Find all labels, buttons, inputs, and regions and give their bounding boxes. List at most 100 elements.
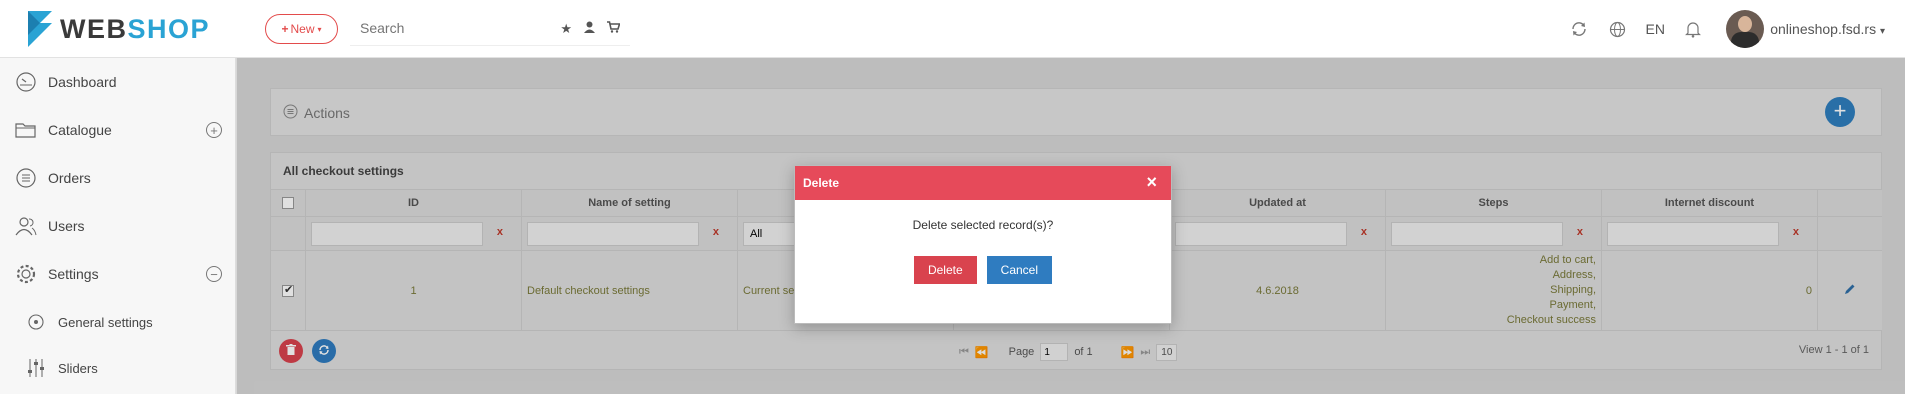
sidebar-item-catalogue[interactable]: Catalogue +: [0, 106, 236, 154]
filter-cell-id: x: [306, 217, 522, 251]
logo-text-shop: SHOP: [127, 13, 211, 44]
filter-input-steps[interactable]: [1391, 222, 1563, 246]
filter-input-id[interactable]: [311, 222, 483, 246]
avatar[interactable]: [1726, 10, 1765, 48]
language-switch[interactable]: EN: [1636, 21, 1674, 37]
cart-icon[interactable]: [607, 21, 621, 37]
cell-name[interactable]: Default checkout settings: [522, 251, 738, 331]
add-record-button[interactable]: +: [1825, 97, 1855, 127]
folder-icon: [14, 118, 38, 142]
last-page-icon[interactable]: ⏭: [1140, 346, 1150, 359]
column-header-steps[interactable]: Steps: [1386, 189, 1602, 217]
top-bar: WEBSHOP + New ▾ ★ EN: [0, 0, 1905, 58]
sidebar-item-dashboard[interactable]: Dashboard: [0, 58, 236, 106]
filter-input-discount[interactable]: [1607, 222, 1779, 246]
select-all-checkbox[interactable]: [282, 197, 294, 209]
cell-steps: Add to cart, Address, Shipping, Payment,…: [1386, 251, 1602, 331]
step-item: Shipping,: [1550, 284, 1596, 296]
first-page-icon[interactable]: ⏮: [959, 346, 969, 359]
edit-pencil-icon[interactable]: [1844, 283, 1856, 298]
column-header-id[interactable]: ID: [306, 189, 522, 217]
refresh-icon: [318, 344, 330, 359]
logo[interactable]: WEBSHOP: [26, 10, 210, 48]
sidebar-item-label: Catalogue: [48, 122, 112, 138]
prev-page-icon[interactable]: ⏪: [975, 346, 989, 359]
table-row-select: [271, 251, 306, 331]
sidebar-item-label: Orders: [48, 170, 91, 186]
dialog-header: Delete ×: [795, 166, 1171, 200]
filter-cell-discount: x: [1602, 217, 1818, 251]
filter-input-updated[interactable]: [1175, 222, 1347, 246]
filter-cell-empty: [271, 217, 306, 251]
sidebar-item-general-settings[interactable]: General settings: [0, 298, 236, 346]
page-count-label: of 1: [1074, 346, 1093, 358]
logo-mark-icon: [26, 11, 54, 47]
plus-icon: +: [281, 22, 289, 36]
row-checkbox[interactable]: [282, 283, 294, 297]
sidebar: Dashboard Catalogue + Orders Users Setti…: [0, 58, 236, 394]
collapse-minus-icon[interactable]: −: [206, 266, 222, 282]
close-icon[interactable]: ×: [1146, 173, 1157, 191]
expand-plus-icon[interactable]: +: [206, 122, 222, 138]
column-header-name[interactable]: Name of setting: [522, 189, 738, 217]
page-size-select[interactable]: 10: [1156, 343, 1178, 361]
sidebar-item-label: Users: [48, 218, 85, 234]
step-item: Add to cart,: [1539, 254, 1596, 266]
clear-filter-discount[interactable]: x: [1793, 226, 1799, 238]
actions-panel: Actions +: [270, 88, 1882, 136]
sidebar-item-sliders[interactable]: Sliders: [0, 344, 236, 392]
sidebar-item-settings[interactable]: Settings −: [0, 250, 236, 298]
users-icon: [14, 214, 38, 238]
clear-filter-id[interactable]: x: [497, 226, 503, 238]
step-item: Payment,: [1549, 299, 1596, 311]
filter-input-name[interactable]: [527, 222, 699, 246]
sliders-icon: [24, 356, 48, 380]
select-all-cell: [271, 189, 306, 217]
sidebar-item-label: General settings: [58, 314, 153, 330]
next-page-icon[interactable]: ⏩: [1121, 346, 1135, 359]
new-button[interactable]: + New ▾: [265, 14, 338, 44]
view-count: View 1 - 1 of 1: [1798, 344, 1869, 356]
sidebar-item-label: Sliders: [58, 360, 98, 376]
delete-selected-button[interactable]: [279, 339, 303, 363]
list-icon: [14, 166, 38, 190]
caret-down-icon: ▾: [1879, 26, 1885, 37]
cell-id: 1: [306, 251, 522, 331]
clear-filter-steps[interactable]: x: [1577, 226, 1583, 238]
search-input[interactable]: [350, 12, 540, 44]
step-item: Checkout success: [1506, 314, 1596, 326]
filter-cell-updated: x: [1170, 217, 1386, 251]
grid-pager: ⏮ ⏪ Page of 1 ⏩ ⏭ 10 View 1 - 1 of 1: [271, 331, 1881, 369]
star-icon[interactable]: ★: [560, 21, 572, 37]
cancel-button[interactable]: Cancel: [986, 256, 1053, 284]
sidebar-item-users[interactable]: Users: [0, 202, 236, 250]
bell-icon[interactable]: [1674, 21, 1712, 38]
globe-icon[interactable]: [1598, 21, 1636, 38]
refresh-icon[interactable]: [1560, 20, 1598, 38]
filter-cell-steps: x: [1386, 217, 1602, 251]
reload-button[interactable]: [312, 339, 336, 363]
column-header-discount[interactable]: Internet discount: [1602, 189, 1818, 217]
sidebar-item-label: Settings: [48, 266, 99, 282]
trash-icon: [286, 344, 296, 358]
sidebar-item-label: Dashboard: [48, 74, 117, 90]
filter-cell-name: x: [522, 217, 738, 251]
confirm-delete-button[interactable]: Delete: [913, 256, 977, 284]
dialog-title: Delete: [803, 176, 840, 190]
target-icon: [24, 310, 48, 334]
sidebar-item-orders[interactable]: Orders: [0, 154, 236, 202]
column-header-actions: [1818, 189, 1882, 217]
step-item: Address,: [1552, 269, 1596, 281]
column-header-updated[interactable]: Updated at: [1170, 189, 1386, 217]
search-box: ★: [350, 12, 630, 46]
clear-filter-name[interactable]: x: [713, 226, 719, 238]
user-menu[interactable]: onlineshop.fsd.rs ▾: [1770, 21, 1885, 37]
page-label: Page: [1008, 346, 1035, 358]
chevron-down-icon: ▾: [317, 24, 322, 34]
filter-cell-actions: [1818, 217, 1882, 251]
edit-cell: [1818, 251, 1882, 331]
dashboard-icon: [14, 70, 38, 94]
page-number-input[interactable]: [1040, 343, 1069, 361]
user-icon[interactable]: [584, 21, 595, 37]
clear-filter-updated[interactable]: x: [1361, 226, 1367, 238]
